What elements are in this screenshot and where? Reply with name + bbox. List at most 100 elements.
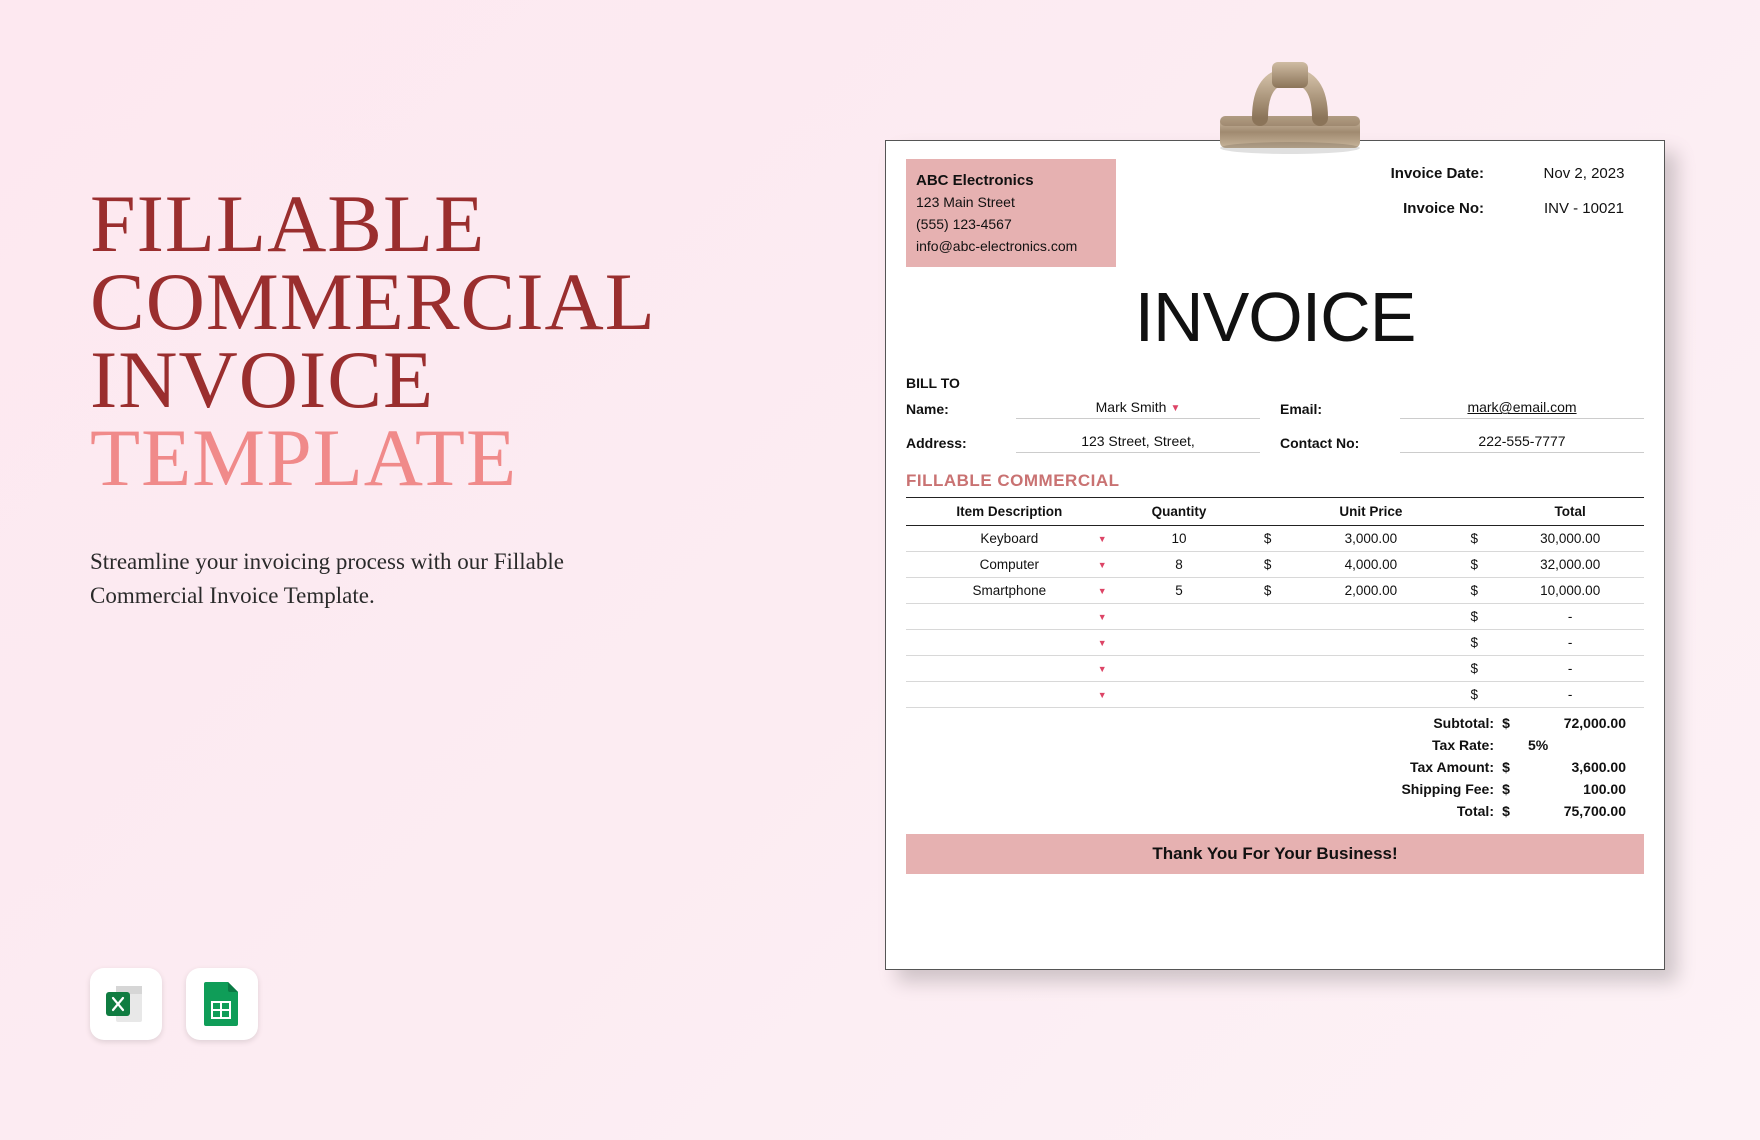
- item-total: -: [1496, 682, 1644, 708]
- line-items-table: Item Description Quantity Unit Price Tot…: [906, 497, 1644, 708]
- currency-symbol: $: [1245, 578, 1289, 604]
- excel-icon[interactable]: [90, 968, 162, 1040]
- item-qty[interactable]: 5: [1113, 578, 1246, 604]
- chevron-down-icon: ▼: [1098, 534, 1107, 544]
- name-field[interactable]: Mark Smith▼: [1016, 399, 1260, 419]
- currency-symbol: $: [1452, 604, 1496, 630]
- totals-block: Subtotal: $72,000.00 Tax Rate: 5% Tax Am…: [906, 712, 1644, 822]
- shipping-label: Shipping Fee:: [1364, 781, 1494, 797]
- google-sheets-icon[interactable]: [186, 968, 258, 1040]
- section-title: FILLABLE COMMERCIAL: [906, 471, 1644, 491]
- currency-symbol: $: [1245, 552, 1289, 578]
- item-qty[interactable]: 10: [1113, 526, 1246, 552]
- company-name: ABC Electronics: [916, 169, 1086, 192]
- currency-symbol: $: [1245, 526, 1289, 552]
- shipping-value: 100.00: [1518, 781, 1638, 797]
- email-field[interactable]: mark@email.com: [1400, 399, 1644, 419]
- item-unit[interactable]: [1290, 604, 1452, 630]
- chevron-down-icon: ▼: [1098, 638, 1107, 648]
- item-desc[interactable]: ▼: [906, 656, 1113, 682]
- item-unit[interactable]: [1290, 682, 1452, 708]
- col-total: Total: [1496, 498, 1644, 526]
- taxrate-label: Tax Rate:: [1364, 737, 1494, 753]
- item-desc[interactable]: ▼: [906, 630, 1113, 656]
- company-phone: (555) 123-4567: [916, 214, 1086, 236]
- hero-title-line1: FILLABLE: [90, 185, 610, 263]
- currency-symbol: [1245, 630, 1289, 656]
- company-street: 123 Main Street: [916, 192, 1086, 214]
- contact-label: Contact No:: [1280, 435, 1400, 451]
- company-email: info@abc-electronics.com: [916, 236, 1086, 258]
- chevron-down-icon: ▼: [1170, 403, 1180, 414]
- table-row: ▼ $-: [906, 630, 1644, 656]
- item-qty[interactable]: [1113, 656, 1246, 682]
- item-total: -: [1496, 630, 1644, 656]
- table-row: ▼ $-: [906, 656, 1644, 682]
- address-label: Address:: [906, 435, 1016, 451]
- table-row: ▼ $-: [906, 682, 1644, 708]
- chevron-down-icon: ▼: [1098, 664, 1107, 674]
- item-desc[interactable]: ▼: [906, 682, 1113, 708]
- item-qty[interactable]: [1113, 630, 1246, 656]
- chevron-down-icon: ▼: [1098, 612, 1107, 622]
- bill-to-label: BILL TO: [906, 375, 1644, 391]
- item-desc[interactable]: Smartphone▼: [906, 578, 1113, 604]
- table-row: Keyboard▼10$3,000.00$30,000.00: [906, 526, 1644, 552]
- currency-symbol: $: [1452, 630, 1496, 656]
- currency-symbol: $: [1452, 526, 1496, 552]
- subtotal-value: 72,000.00: [1518, 715, 1638, 731]
- address-field[interactable]: 123 Street, Street,: [1016, 433, 1260, 453]
- invoice-meta: Invoice Date: Nov 2, 2023 Invoice No: IN…: [1364, 159, 1644, 267]
- app-icon-row: [90, 968, 258, 1040]
- hero-title-line4: TEMPLATE: [90, 419, 610, 497]
- chevron-down-icon: ▼: [1098, 690, 1107, 700]
- item-total: 10,000.00: [1496, 578, 1644, 604]
- item-qty[interactable]: 8: [1113, 552, 1246, 578]
- item-total: -: [1496, 604, 1644, 630]
- hero-title-line2: COMMERCIAL: [90, 263, 610, 341]
- total-label: Total:: [1364, 803, 1494, 819]
- item-desc[interactable]: Keyboard▼: [906, 526, 1113, 552]
- total-value: 75,700.00: [1518, 803, 1638, 819]
- hero-title-line3: INVOICE: [90, 341, 610, 419]
- col-qty: Quantity: [1113, 498, 1246, 526]
- item-unit[interactable]: 3,000.00: [1290, 526, 1452, 552]
- item-unit[interactable]: [1290, 656, 1452, 682]
- invoice-no-value: INV - 10021: [1524, 200, 1644, 217]
- item-desc[interactable]: Computer▼: [906, 552, 1113, 578]
- item-unit[interactable]: 2,000.00: [1290, 578, 1452, 604]
- currency-symbol: [1245, 604, 1289, 630]
- currency-symbol: $: [1452, 578, 1496, 604]
- thank-you-banner: Thank You For Your Business!: [906, 834, 1644, 874]
- taxrate-value: 5%: [1518, 737, 1638, 753]
- item-qty[interactable]: [1113, 604, 1246, 630]
- name-label: Name:: [906, 401, 1016, 417]
- taxamt-value: 3,600.00: [1518, 759, 1638, 775]
- item-unit[interactable]: [1290, 630, 1452, 656]
- table-row: ▼ $-: [906, 604, 1644, 630]
- currency-symbol: $: [1452, 656, 1496, 682]
- item-total: 30,000.00: [1496, 526, 1644, 552]
- hero-subtitle: Streamline your invoicing process with o…: [90, 545, 610, 614]
- table-row: Computer▼8$4,000.00$32,000.00: [906, 552, 1644, 578]
- invoice-card: ABC Electronics 123 Main Street (555) 12…: [885, 140, 1665, 970]
- item-qty[interactable]: [1113, 682, 1246, 708]
- invoice-title: INVOICE: [906, 277, 1644, 357]
- taxamt-label: Tax Amount:: [1364, 759, 1494, 775]
- item-total: -: [1496, 656, 1644, 682]
- item-desc[interactable]: ▼: [906, 604, 1113, 630]
- currency-symbol: [1245, 682, 1289, 708]
- currency-symbol: $: [1452, 682, 1496, 708]
- invoice-no-label: Invoice No:: [1364, 200, 1484, 217]
- invoice-date-label: Invoice Date:: [1364, 165, 1484, 182]
- invoice-date-value: Nov 2, 2023: [1524, 165, 1644, 182]
- currency-symbol: [1245, 656, 1289, 682]
- col-desc: Item Description: [906, 498, 1113, 526]
- table-row: Smartphone▼5$2,000.00$10,000.00: [906, 578, 1644, 604]
- item-unit[interactable]: 4,000.00: [1290, 552, 1452, 578]
- company-block: ABC Electronics 123 Main Street (555) 12…: [906, 159, 1116, 267]
- hero-panel: FILLABLE COMMERCIAL INVOICE TEMPLATE Str…: [90, 185, 610, 614]
- contact-field[interactable]: 222-555-7777: [1400, 433, 1644, 453]
- email-label: Email:: [1280, 401, 1400, 417]
- chevron-down-icon: ▼: [1098, 560, 1107, 570]
